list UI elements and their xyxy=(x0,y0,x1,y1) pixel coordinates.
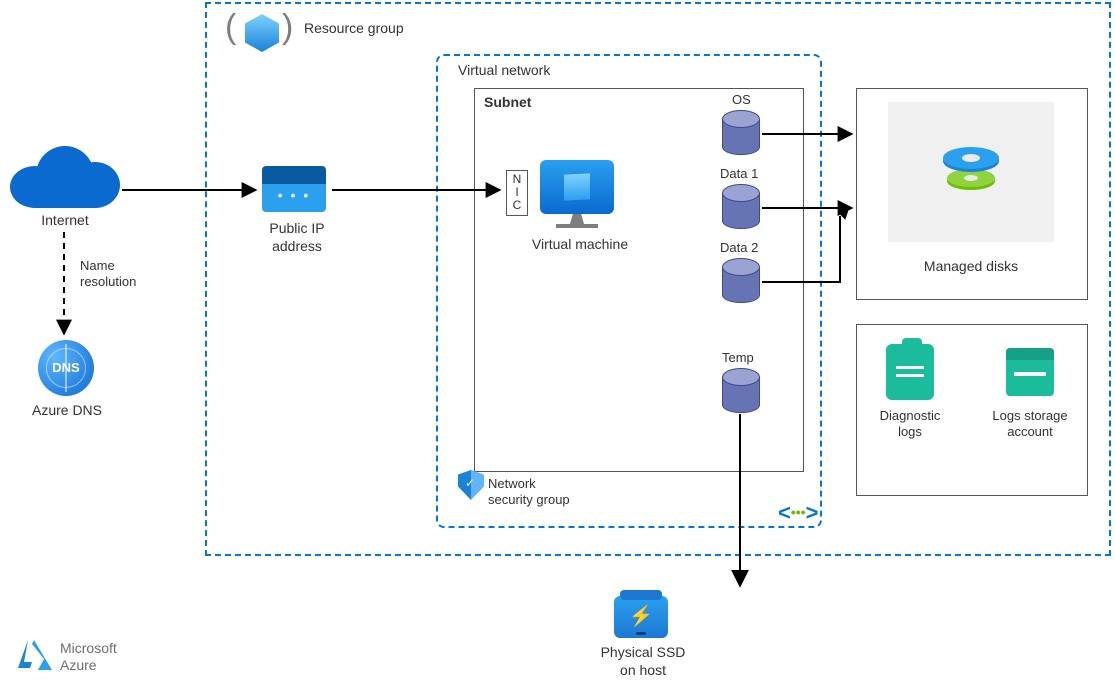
resource-group-label: Resource group xyxy=(304,20,404,38)
name-resolution-label: Name resolution xyxy=(80,258,160,291)
data2-disk-icon xyxy=(722,258,758,302)
diagnostic-logs-icon xyxy=(886,344,934,400)
virtual-network-label: Virtual network xyxy=(458,62,550,78)
azure-logo-text: Microsoft Azure xyxy=(60,640,117,674)
diagnostic-logs-label: Diagnostic logs xyxy=(862,408,958,441)
vnet-badge-icon: <•••> xyxy=(778,500,818,526)
managed-disks-icon xyxy=(936,135,1006,205)
dns-badge-text: DNS xyxy=(38,360,94,375)
azure-logo-icon xyxy=(14,634,56,676)
azure-dns-label: Azure DNS xyxy=(20,402,114,420)
internet-cloud-icon xyxy=(10,138,120,208)
managed-disks-label: Managed disks xyxy=(856,258,1086,276)
nsg-label: Network security group xyxy=(488,476,570,509)
physical-ssd-icon: ⚡ xyxy=(614,596,668,638)
resource-group-icon-right: ) xyxy=(282,8,293,47)
internet-label: Internet xyxy=(20,212,110,230)
logs-storage-label: Logs storage account xyxy=(980,408,1080,441)
resource-group-icon: ( xyxy=(225,8,236,47)
public-ip-icon xyxy=(262,166,326,212)
virtual-machine-label: Virtual machine xyxy=(510,236,650,254)
public-ip-label: Public IP address xyxy=(252,220,342,255)
physical-ssd-label: Physical SSD on host xyxy=(588,644,698,679)
nsg-shield-icon xyxy=(458,470,484,500)
temp-disk-label: Temp xyxy=(722,350,754,366)
data1-disk-icon xyxy=(722,184,758,228)
resource-group-hex-icon xyxy=(245,14,279,52)
temp-disk-icon xyxy=(722,368,758,412)
os-disk-label: OS xyxy=(732,92,751,108)
nic-box: N I C xyxy=(506,170,528,216)
data2-disk-label: Data 2 xyxy=(720,240,758,256)
logs-storage-icon xyxy=(1006,348,1054,396)
subnet-label: Subnet xyxy=(484,94,531,110)
data1-disk-label: Data 1 xyxy=(720,166,758,182)
virtual-machine-icon xyxy=(540,160,614,214)
os-disk-icon xyxy=(722,110,758,154)
azure-dns-icon: DNS xyxy=(38,340,94,396)
